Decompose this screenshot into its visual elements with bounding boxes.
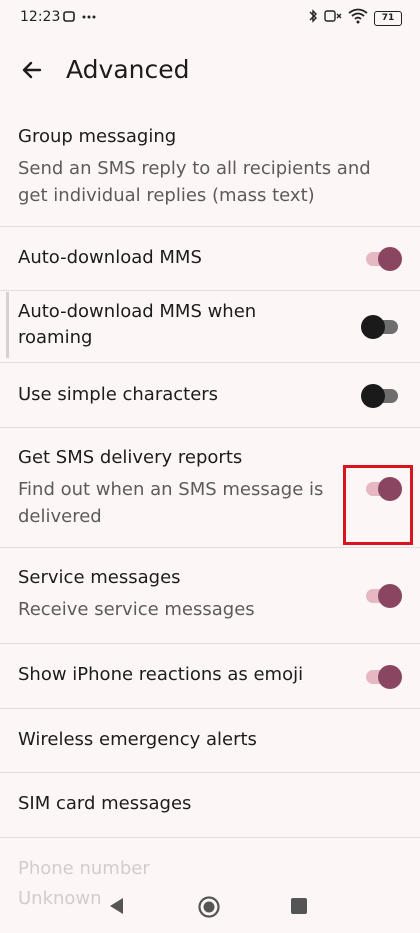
setting-title: Phone number (18, 858, 150, 879)
nav-back-icon[interactable] (107, 896, 125, 920)
app-bar: Advanced (0, 40, 420, 100)
notification-icons (62, 9, 98, 29)
setting-subtitle: Receive service messages (18, 599, 255, 620)
setting-title: Use simple characters (18, 384, 219, 405)
setting-wireless-emergency-alerts[interactable]: Wireless emergency alerts (0, 709, 420, 773)
wifi-icon (348, 8, 368, 28)
setting-use-simple-characters[interactable]: Use simple characters (0, 363, 420, 428)
setting-title: SIM card messages (18, 793, 192, 814)
setting-auto-download-mms[interactable]: Auto-download MMS (0, 227, 420, 291)
setting-group-messaging[interactable]: Group messaging Send an SMS reply to all… (0, 118, 420, 227)
service-messages-toggle[interactable] (366, 584, 402, 608)
navigation-bar (0, 880, 420, 933)
back-arrow-icon[interactable] (16, 54, 48, 86)
nav-home-icon[interactable] (197, 895, 221, 923)
setting-title: Auto-download MMS when roaming (18, 301, 257, 348)
bluetooth-icon (308, 8, 318, 28)
nav-recents-icon[interactable] (291, 898, 307, 914)
setting-title: Show iPhone reactions as emoji (18, 664, 304, 685)
use-simple-characters-toggle[interactable] (361, 384, 398, 408)
status-time: 12:23 (20, 9, 61, 25)
setting-title: Get SMS delivery reports (18, 447, 243, 468)
setting-service-messages[interactable]: Service messages Receive service message… (0, 548, 420, 644)
setting-iphone-reactions[interactable]: Show iPhone reactions as emoji (0, 644, 420, 709)
setting-subtitle: Find out when an SMS message is delivere… (18, 479, 324, 527)
setting-subtitle: Send an SMS reply to all recipients and … (18, 158, 371, 206)
page-title: Advanced (66, 55, 190, 84)
setting-title: Wireless emergency alerts (18, 729, 257, 750)
setting-title: Service messages (18, 567, 181, 588)
auto-download-mms-toggle[interactable] (366, 247, 402, 271)
battery-icon: 71 (374, 10, 402, 26)
setting-title: Group messaging (18, 126, 177, 147)
setting-auto-download-mms-roaming[interactable]: Auto-download MMS when roaming (0, 291, 420, 363)
iphone-reactions-toggle[interactable] (366, 665, 402, 689)
setting-sim-card-messages[interactable]: SIM card messages (0, 773, 420, 838)
silent-icon (324, 8, 342, 28)
auto-download-mms-roaming-toggle[interactable] (361, 315, 398, 339)
status-bar: 12:23 71 (0, 0, 420, 36)
highlight-box (343, 465, 413, 545)
setting-title: Auto-download MMS (18, 247, 202, 268)
